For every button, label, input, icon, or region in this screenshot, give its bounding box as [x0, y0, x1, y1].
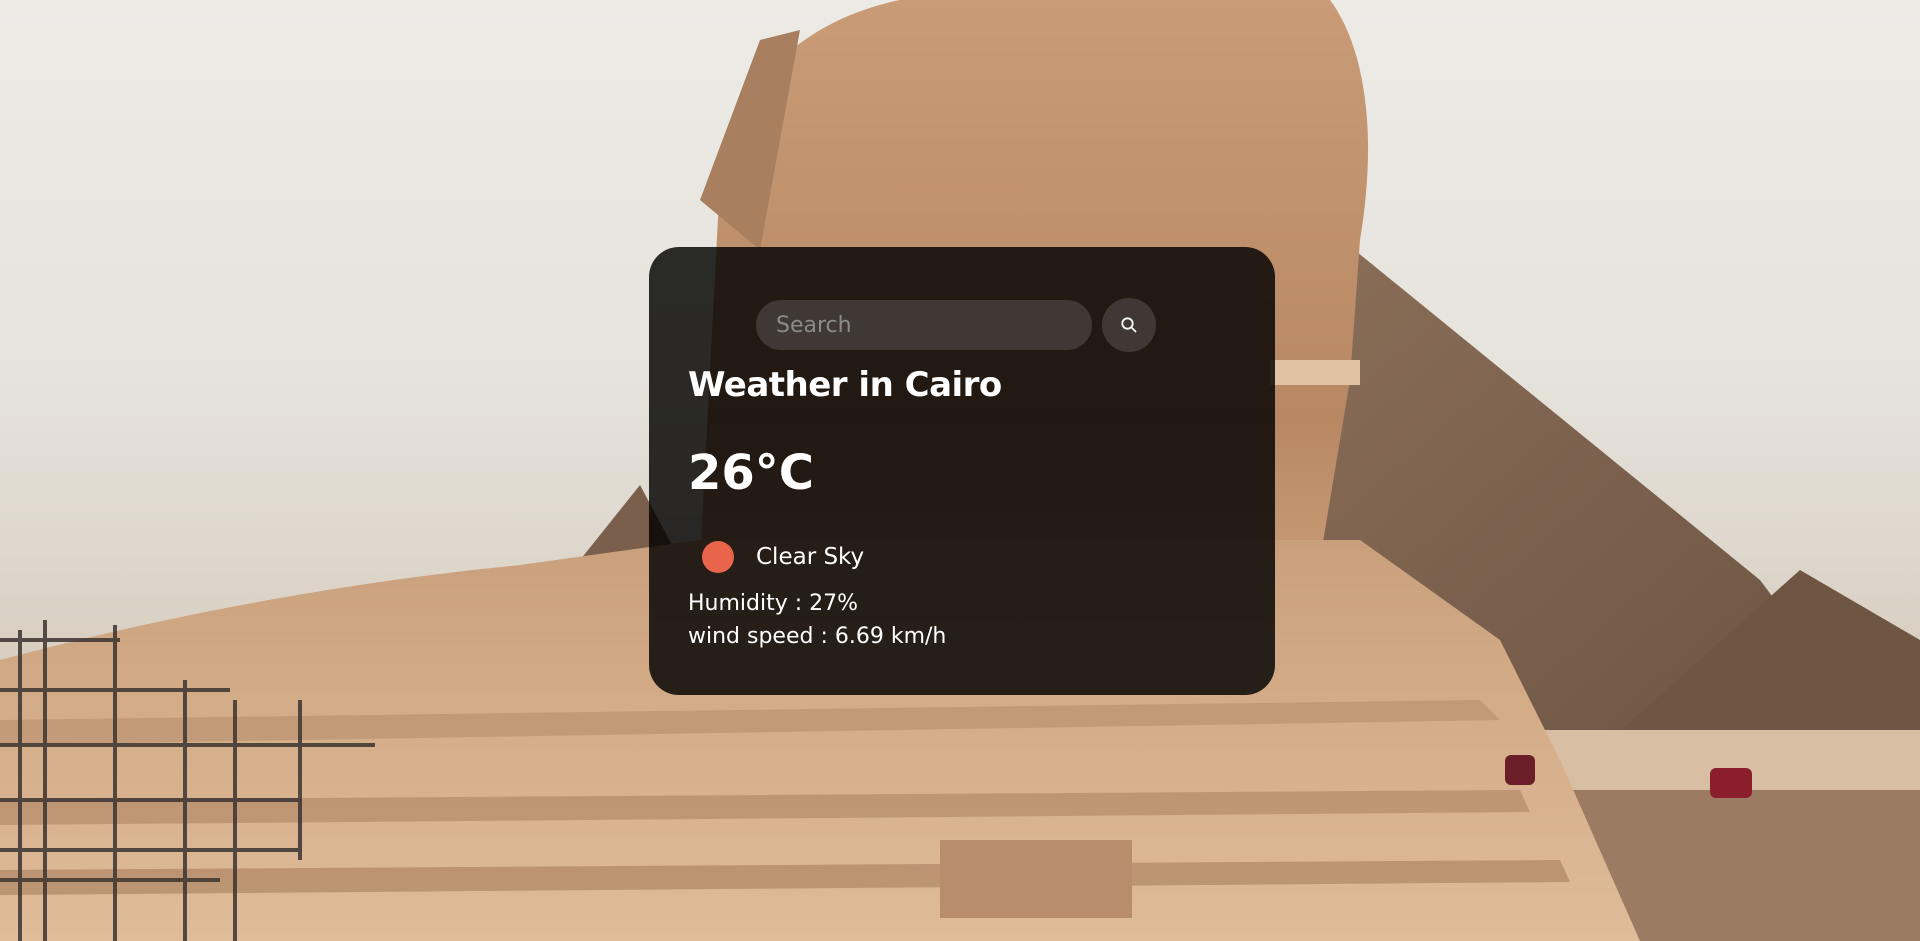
search-icon — [1121, 317, 1137, 333]
humidity: Humidity : 27% — [688, 591, 859, 616]
temperature: 26°C — [688, 445, 815, 501]
weather-description: Clear Sky — [756, 544, 865, 570]
search-button[interactable] — [1102, 298, 1156, 352]
weather-card: Weather in Cairo 26°C Clear Sky Humidity… — [649, 247, 1275, 695]
weather-description-row: Clear Sky — [702, 541, 864, 573]
search-input[interactable] — [756, 300, 1092, 350]
wind-speed: wind speed : 6.69 km/h — [688, 624, 947, 649]
city-title: Weather in Cairo — [688, 365, 1002, 405]
search-bar — [756, 298, 1156, 352]
weather-app: Weather in Cairo 26°C Clear Sky Humidity… — [0, 0, 1920, 941]
clear-sky-icon — [702, 541, 734, 573]
